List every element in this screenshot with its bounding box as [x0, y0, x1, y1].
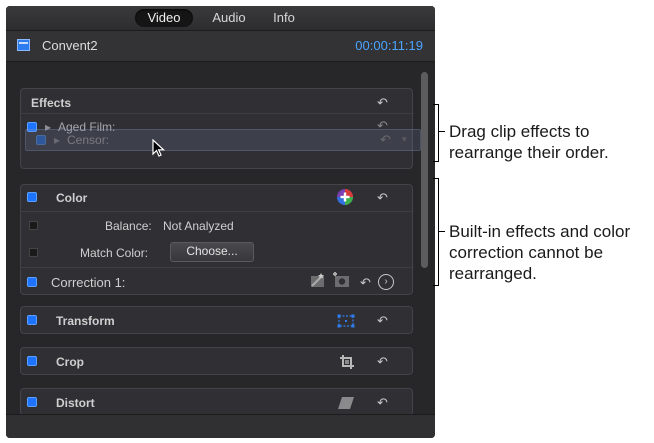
correction-enable-checkbox[interactable]	[27, 277, 37, 287]
effect-enable-checkbox[interactable]	[36, 135, 46, 145]
clip-icon	[17, 39, 30, 51]
effects-title: Effects	[31, 96, 72, 110]
reset-icon: ↶	[380, 132, 391, 147]
inspector-content: Effects ↶ ▸ Aged Film: ↶ ▸ Censor: ↶ ▾ C…	[6, 62, 435, 416]
chevron-right-icon[interactable]: ›	[378, 274, 394, 290]
clip-header: Convent2 00:00:11:19	[6, 31, 435, 62]
reset-icon[interactable]: ↶	[377, 95, 388, 111]
tab-info[interactable]: Info	[264, 9, 304, 27]
color-title: Color	[56, 191, 88, 205]
dragged-effect-row-censor[interactable]: ▸ Censor: ↶ ▾	[25, 129, 421, 151]
builtin-bracket-tick	[439, 231, 445, 232]
effects-bracket	[433, 104, 439, 162]
disclosure-triangle-icon: ▸	[54, 133, 61, 147]
video-inspector: Video Audio Info Convent2 00:00:11:19 Ef…	[6, 6, 435, 438]
effects-bracket-tick	[439, 131, 445, 132]
choose-button[interactable]: Choose...	[170, 242, 254, 262]
distort-enable-checkbox[interactable]	[27, 397, 37, 407]
color-board-wand-icon[interactable]	[309, 272, 327, 288]
balance-label: Balance:	[105, 219, 152, 233]
transform-enable-checkbox[interactable]	[27, 315, 37, 325]
timecode: 00:00:11:19	[355, 38, 423, 53]
drag-annotation-line1: Drag clip effects to	[449, 122, 590, 141]
mask-icon[interactable]	[333, 272, 351, 288]
balance-checkbox[interactable]	[29, 221, 38, 230]
crop-icon[interactable]	[339, 354, 355, 370]
color-section: Color ↶ Balance: Not Analyzed Match Colo…	[20, 184, 414, 295]
correction-label: Correction 1:	[51, 275, 126, 290]
effects-section: Effects ↶ ▸ Aged Film: ↶ ▸ Censor: ↶ ▾	[20, 88, 421, 169]
builtin-annotation-line3: rearranged.	[449, 264, 537, 283]
drag-annotation: Drag clip effects to rearrange their ord…	[449, 121, 609, 163]
color-enable-checkbox[interactable]	[27, 192, 37, 202]
builtin-bracket	[433, 178, 439, 286]
transform-section: Transform ↶	[20, 306, 413, 334]
inspector-footer	[6, 414, 435, 438]
builtin-annotation: Built-in effects and color correction ca…	[449, 221, 630, 284]
tab-video[interactable]: Video	[135, 9, 193, 27]
reset-icon[interactable]: ↶	[377, 190, 388, 206]
reset-icon[interactable]: ↶	[377, 313, 388, 329]
arrow-cursor-icon	[152, 139, 166, 157]
crop-section: Crop ↶	[20, 347, 413, 375]
transform-icon[interactable]	[337, 313, 355, 329]
transform-title: Transform	[56, 314, 115, 328]
inspector-tab-bar: Video Audio Info	[6, 6, 435, 31]
vertical-scrollbar[interactable]	[421, 72, 428, 268]
crop-enable-checkbox[interactable]	[27, 356, 37, 366]
drag-annotation-line2: rearrange their order.	[449, 143, 609, 162]
distort-section: Distort ↶	[20, 388, 413, 416]
chevron-down-icon: ▾	[402, 134, 407, 144]
tab-audio[interactable]: Audio	[203, 9, 255, 27]
match-color-checkbox[interactable]	[29, 248, 38, 257]
reset-icon[interactable]: ↶	[360, 275, 371, 291]
match-color-label: Match Color:	[80, 246, 149, 260]
distort-icon[interactable]	[337, 396, 355, 410]
color-wheel-plus-icon[interactable]	[336, 188, 354, 206]
clip-name: Convent2	[42, 38, 98, 53]
crop-title: Crop	[56, 355, 84, 369]
effect-label: Censor:	[67, 133, 110, 147]
builtin-annotation-line2: correction cannot be	[449, 243, 604, 262]
reset-icon[interactable]: ↶	[377, 395, 388, 411]
distort-title: Distort	[56, 396, 95, 410]
reset-icon[interactable]: ↶	[377, 354, 388, 370]
builtin-annotation-line1: Built-in effects and color	[449, 222, 631, 241]
balance-value: Not Analyzed	[163, 219, 234, 233]
